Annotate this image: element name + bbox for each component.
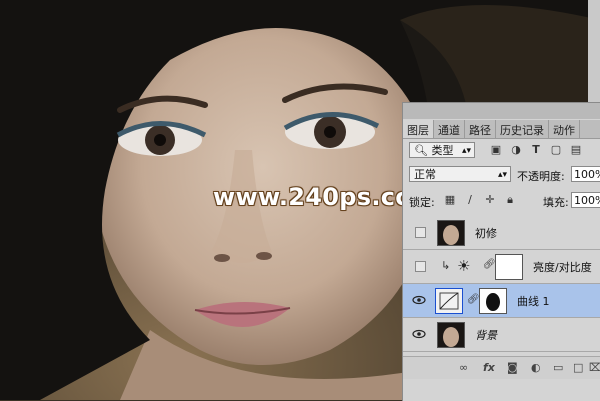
lock-label: 锁定: bbox=[409, 196, 435, 209]
trash-icon[interactable]: ⌧ bbox=[589, 361, 600, 374]
lock-all-icon[interactable]: 🔒︎ bbox=[503, 193, 517, 207]
filter-pixel-icon[interactable]: ▣ bbox=[489, 143, 503, 157]
tab-actions[interactable]: 动作 bbox=[549, 120, 580, 138]
mask-icon[interactable]: ◙ bbox=[507, 361, 518, 374]
mask-thumb bbox=[480, 289, 506, 313]
panel-header-bar bbox=[403, 103, 600, 119]
portrait-thumb bbox=[438, 323, 464, 347]
layer-row[interactable]: 背景 bbox=[403, 318, 600, 352]
new-layer-icon[interactable]: □ bbox=[573, 361, 583, 374]
tab-channels[interactable]: 通道 bbox=[434, 120, 465, 138]
brightness-icon: ☀︎ bbox=[457, 257, 471, 275]
filter-kind-select[interactable]: 🔍︎ 类型 ▴▾ bbox=[409, 142, 475, 158]
layer-row[interactable]: 初修 bbox=[403, 216, 600, 250]
filter-type-icon[interactable]: T bbox=[529, 143, 543, 157]
opacity-label: 不透明度: bbox=[517, 170, 565, 183]
layers-panel: 图层 通道 路径 历史记录 动作 🔍︎ 类型 ▴▾ ▣ ◑ T ▢ ▤ 正常 ▴… bbox=[402, 102, 600, 401]
opacity-input[interactable]: 100% bbox=[571, 166, 600, 182]
blend-row: 正常 ▴▾ 不透明度: 100% bbox=[403, 166, 600, 186]
filter-adjustment-icon[interactable]: ◑ bbox=[509, 143, 523, 157]
visibility-toggle[interactable] bbox=[415, 227, 426, 238]
panel-bottom-bar: ∞ fx ◙ ◐ ▭ □ ⌧ bbox=[403, 356, 600, 379]
eye-icon[interactable] bbox=[412, 328, 426, 340]
tab-paths[interactable]: 路径 bbox=[465, 120, 496, 138]
chevron-down-icon: ▴▾ bbox=[461, 146, 471, 156]
layer-name: 背景 bbox=[475, 329, 497, 342]
adjustment-icon[interactable]: ◐ bbox=[531, 361, 541, 374]
chain-link-icon: 🔗︎ bbox=[467, 294, 480, 305]
curves-icon bbox=[439, 292, 459, 310]
fill-input[interactable]: 100% bbox=[571, 192, 600, 208]
lock-row: 锁定: ▦ ∕ ✛ 🔒︎ 填充: 100% bbox=[403, 191, 600, 211]
layer-row-selected[interactable]: 🔗︎ 曲线 1 bbox=[403, 284, 600, 318]
filter-shape-icon[interactable]: ▢ bbox=[549, 143, 563, 157]
visibility-toggle[interactable] bbox=[415, 261, 426, 272]
curves-adjustment-thumbnail[interactable] bbox=[435, 288, 463, 314]
lock-transparent-icon[interactable]: ▦ bbox=[443, 193, 457, 207]
layer-name: 亮度/对比度 bbox=[533, 261, 592, 274]
blend-mode-value: 正常 bbox=[414, 168, 436, 181]
lock-move-icon[interactable]: ✛ bbox=[483, 193, 497, 207]
lock-brush-icon[interactable]: ∕ bbox=[463, 193, 477, 207]
panel-tabs: 图层 通道 路径 历史记录 动作 bbox=[403, 120, 600, 139]
layer-mask-thumbnail[interactable] bbox=[479, 288, 507, 314]
chain-link-icon: 🔗︎ bbox=[483, 259, 496, 270]
chevron-down-icon: ▴▾ bbox=[497, 170, 507, 180]
layer-name: 曲线 1 bbox=[517, 295, 550, 308]
layer-thumbnail bbox=[437, 220, 465, 246]
layer-name: 初修 bbox=[475, 227, 497, 240]
filter-kind-label: 类型 bbox=[431, 144, 454, 157]
fx-icon[interactable]: fx bbox=[483, 361, 495, 374]
eye-icon[interactable] bbox=[412, 294, 426, 306]
tab-history[interactable]: 历史记录 bbox=[496, 120, 549, 138]
filter-smartobject-icon[interactable]: ▤ bbox=[569, 143, 583, 157]
layer-mask-thumbnail[interactable] bbox=[495, 254, 523, 280]
layer-thumbnail bbox=[437, 322, 465, 348]
portrait-thumb bbox=[438, 221, 464, 245]
fill-label: 填充: bbox=[543, 196, 569, 209]
filter-row: 🔍︎ 类型 ▴▾ ▣ ◑ T ▢ ▤ bbox=[403, 142, 600, 162]
clip-arrow-icon: ↳ bbox=[441, 259, 451, 272]
blend-mode-select[interactable]: 正常 ▴▾ bbox=[409, 166, 511, 182]
search-icon: 🔍︎ bbox=[414, 144, 428, 157]
folder-icon[interactable]: ▭ bbox=[553, 361, 563, 374]
link-icon[interactable]: ∞ bbox=[459, 361, 468, 374]
tab-layers[interactable]: 图层 bbox=[403, 120, 434, 138]
layer-row[interactable]: ↳ ☀︎ 🔗︎ 亮度/对比度 bbox=[403, 250, 600, 284]
